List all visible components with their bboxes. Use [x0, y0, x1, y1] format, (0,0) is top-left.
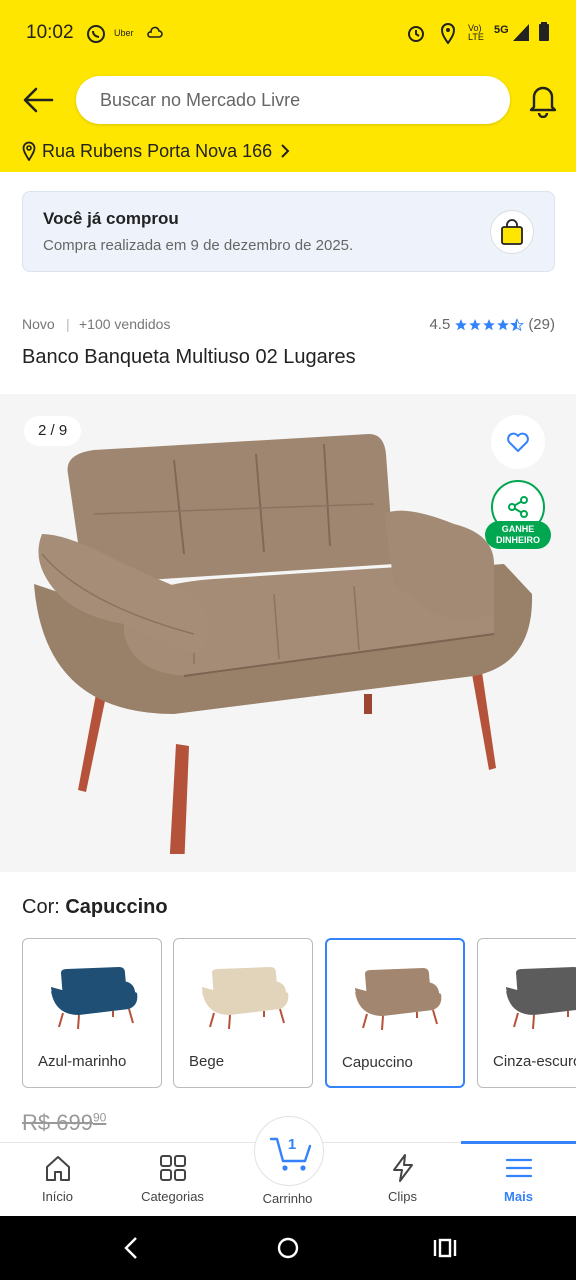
color-option-selected[interactable]: Capuccino: [325, 938, 465, 1088]
tab-label: Início: [41, 1189, 74, 1204]
whatsapp-icon: [86, 24, 106, 47]
status-bar: 10:02 Uber Vo) LTE 5G: [0, 0, 576, 64]
product-rating[interactable]: 4.5 (29): [429, 316, 555, 333]
color-label: Cor: Capuccino: [22, 896, 168, 919]
purchase-notice-subtitle: Compra realizada em 9 de dezembro de 202…: [43, 237, 354, 254]
tab-categorias[interactable]: Categorias: [115, 1143, 230, 1217]
original-price: R$ 69990: [22, 1110, 106, 1136]
color-selected-value: Capuccino: [65, 896, 168, 918]
share-icon: [508, 496, 528, 518]
image-counter: 2 / 9: [24, 416, 82, 446]
volte-icon: Vo) LTE: [468, 23, 484, 42]
product-image-sofa: [34, 434, 533, 854]
sold-count: +100 vendidos: [79, 316, 171, 332]
swatch-image: [506, 967, 576, 1029]
search-bar[interactable]: [76, 76, 510, 124]
chevron-right-icon: [281, 144, 290, 158]
color-option[interactable]: Azul-marinho: [22, 938, 162, 1088]
half-star-icon: [510, 317, 525, 331]
color-option-label: Capuccino: [342, 1054, 413, 1071]
signal-icon: [512, 22, 530, 47]
color-options: Azul-marinho Bege Capuccino Cinza-escuro: [22, 938, 576, 1088]
color-option-label: Azul-marinho: [38, 1053, 127, 1070]
cart-badge: 1: [288, 1136, 296, 1153]
cloud-icon: [146, 24, 164, 45]
cart-icon: 1: [269, 1136, 312, 1171]
tab-clips[interactable]: Clips: [345, 1143, 460, 1217]
menu-icon: [505, 1158, 532, 1178]
product-meta: Novo | +100 vendidos 4.5 (29): [22, 316, 555, 336]
search-input[interactable]: [76, 76, 510, 124]
uber-icon: Uber: [114, 28, 134, 38]
status-time: 10:02: [26, 22, 74, 43]
battery-icon: [538, 22, 550, 47]
lightning-icon: [392, 1154, 413, 1182]
purchase-notice[interactable]: Você já comprou Compra realizada em 9 de…: [22, 191, 555, 272]
earn-money-badge[interactable]: GANHE DINHEIRO: [485, 521, 551, 549]
home-icon: [45, 1156, 70, 1181]
system-navigation-bar: [0, 1216, 576, 1280]
cart-button[interactable]: 1: [254, 1116, 324, 1186]
heart-icon: [507, 432, 529, 452]
color-option-label: Cinza-escuro: [493, 1053, 576, 1070]
grid-icon: [159, 1155, 186, 1181]
swatch-image: [355, 968, 442, 1030]
back-icon[interactable]: [120, 1234, 144, 1262]
star-icon: [469, 318, 482, 330]
rating-stars: [454, 317, 525, 332]
notification-bell-icon[interactable]: [526, 82, 560, 119]
color-option-label: Bege: [189, 1053, 225, 1070]
location-pin-icon: [22, 141, 36, 161]
tab-label: Clips: [388, 1189, 417, 1204]
color-option[interactable]: Bege: [173, 938, 313, 1088]
meta-separator: |: [66, 316, 70, 332]
earn-badge-line1: GANHE: [501, 524, 535, 534]
location-icon: [440, 22, 456, 49]
earn-badge-line2: DINHEIRO: [495, 535, 540, 545]
recents-icon[interactable]: [432, 1234, 458, 1262]
star-icon: [497, 318, 510, 330]
original-price-integer: R$ 699: [22, 1110, 93, 1135]
address-text: Rua Rubens Porta Nova 166: [42, 140, 273, 161]
tab-label: Categorias: [141, 1189, 204, 1204]
review-count: (29): [528, 316, 555, 333]
tab-label: Mais: [504, 1189, 533, 1204]
star-icon: [483, 318, 496, 330]
product-gallery[interactable]: 2 / 9 GANHE DINHEIRO: [0, 394, 576, 872]
back-arrow-icon[interactable]: [20, 82, 56, 118]
swatch-image: [202, 967, 289, 1029]
home-circle-icon[interactable]: [276, 1234, 300, 1262]
product-condition: Novo: [22, 316, 55, 332]
rating-value: 4.5: [429, 316, 451, 333]
tab-mais[interactable]: Mais: [461, 1141, 576, 1217]
color-label-prefix: Cor:: [22, 896, 60, 918]
shopping-bag-icon: [490, 210, 534, 254]
product-title: Banco Banqueta Multiuso 02 Lugares: [22, 346, 356, 368]
tab-inicio[interactable]: Início: [0, 1143, 115, 1217]
purchase-notice-title: Você já comprou: [43, 209, 179, 228]
tab-label: Carrinho: [262, 1191, 313, 1206]
swatch-image: [51, 967, 138, 1029]
delivery-address[interactable]: Rua Rubens Porta Nova 166: [22, 139, 298, 163]
alarm-icon: [406, 22, 426, 49]
network-type: 5G: [494, 24, 509, 36]
favorite-button[interactable]: [491, 415, 545, 469]
star-icon: [455, 318, 468, 330]
original-price-cents: 90: [92, 1110, 107, 1125]
color-option[interactable]: Cinza-escuro: [477, 938, 576, 1088]
